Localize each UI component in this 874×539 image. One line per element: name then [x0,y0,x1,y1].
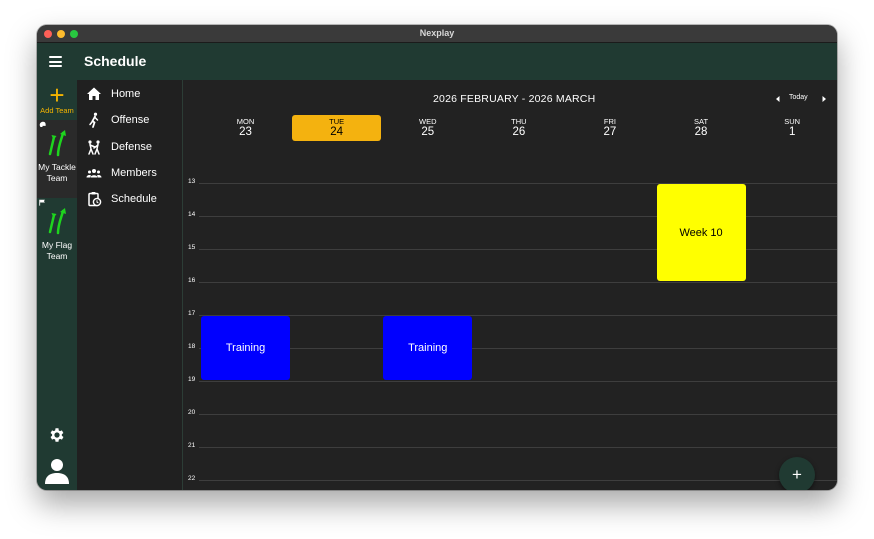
add-event-button[interactable]: + [779,457,815,490]
day-date: 27 [603,126,617,138]
day-name: MON [236,117,255,126]
clipboard-clock-icon [88,192,102,207]
running-player-icon [89,112,99,128]
helmet-icon [39,121,46,127]
day-date: 1 [788,126,796,138]
team-rail: + Add Team My Tackle Team My Flag Team [37,80,77,490]
day-header-tue[interactable]: TUE 24 [292,115,382,141]
window-titlebar: Nexplay [37,25,837,43]
window-title: Nexplay [419,28,455,38]
gear-icon[interactable] [48,426,66,444]
hour-label: 15 [188,244,196,251]
team-item-flag[interactable]: My Flag Team [37,198,77,268]
day-header-fri[interactable]: FRI 27 [565,115,654,141]
day-name: TUE [329,117,345,126]
nav-item-defense[interactable]: Defense [77,136,182,158]
calendar-event[interactable]: Week 10 [656,184,746,281]
day-name: WED [418,117,437,126]
day-name: THU [511,117,527,126]
hour-label: 18 [188,343,196,350]
hour-gridline [199,282,837,283]
hour-label: 14 [188,211,196,218]
day-date: 28 [694,126,708,138]
flag-icon [39,199,45,206]
hour-label: 20 [188,409,196,416]
nav-item-label: Offense [111,114,150,126]
play-arrows-icon [48,208,66,235]
navigation-drawer: Home Offense Defense Members Schedule [77,80,183,490]
day-name: SAT [694,117,709,126]
hour-label: 16 [188,277,196,284]
nav-item-label: Defense [111,141,152,153]
nav-item-home[interactable]: Home [77,83,182,105]
chevron-right-icon[interactable] [820,95,828,103]
calendar-week-view: 2026 FEBRUARY - 2026 MARCH Today MON 23 TU… [183,80,837,490]
hour-gridline [199,447,837,448]
day-header-sun[interactable]: SUN 1 [748,115,837,141]
day-header-thu[interactable]: THU 26 [474,115,563,141]
hour-label: 22 [188,475,196,482]
plus-icon: + [49,80,65,110]
add-team-button[interactable]: + Add Team [37,80,77,117]
hamburger-menu-icon[interactable] [49,56,62,67]
add-team-label: Add Team [40,106,74,115]
person-icon[interactable] [45,458,69,484]
nav-item-members[interactable]: Members [77,162,182,184]
hour-label: 19 [188,376,196,383]
app-window: Nexplay Schedule + Add Team My Tackle Te… [37,25,837,490]
day-date: 23 [239,126,252,138]
day-date: 24 [330,126,344,138]
today-button[interactable]: Today [789,94,808,101]
team-name: My Flag Team [41,240,73,261]
home-icon [87,87,101,100]
chevron-left-icon[interactable] [774,95,782,103]
day-header-wed[interactable]: WED 25 [383,115,472,141]
play-arrows-icon [48,130,66,157]
people-icon [86,169,102,178]
hour-gridline [199,480,837,481]
hour-gridline [199,414,837,415]
nav-item-offense[interactable]: Offense [77,109,182,131]
hour-label: 13 [188,178,196,185]
app-bar: Schedule [37,43,837,80]
team-item-tackle[interactable]: My Tackle Team [37,120,77,198]
hour-label: 17 [188,310,196,317]
day-header-sat[interactable]: SAT 28 [657,115,746,141]
nav-item-label: Home [111,88,141,100]
nav-item-label: Schedule [111,193,157,205]
hour-label: 21 [188,442,196,449]
nav-item-schedule[interactable]: Schedule [77,188,182,210]
day-header-mon[interactable]: MON 23 [201,115,290,141]
calendar-event[interactable]: Training [201,316,291,380]
team-name: My Tackle Team [38,162,76,183]
day-name: SUN [784,117,801,126]
day-date: 25 [421,126,435,138]
day-name: FRI [603,117,616,126]
date-range-title: 2026 FEBRUARY - 2026 MARCH [433,93,596,105]
day-date: 26 [512,126,526,138]
hour-gridline [199,348,837,349]
nav-item-label: Members [111,167,157,179]
page-title: Schedule [84,53,147,69]
hour-gridline [199,315,837,316]
tackle-icon [88,140,100,155]
calendar-event[interactable]: Training [383,316,473,380]
hour-gridline [199,381,837,382]
